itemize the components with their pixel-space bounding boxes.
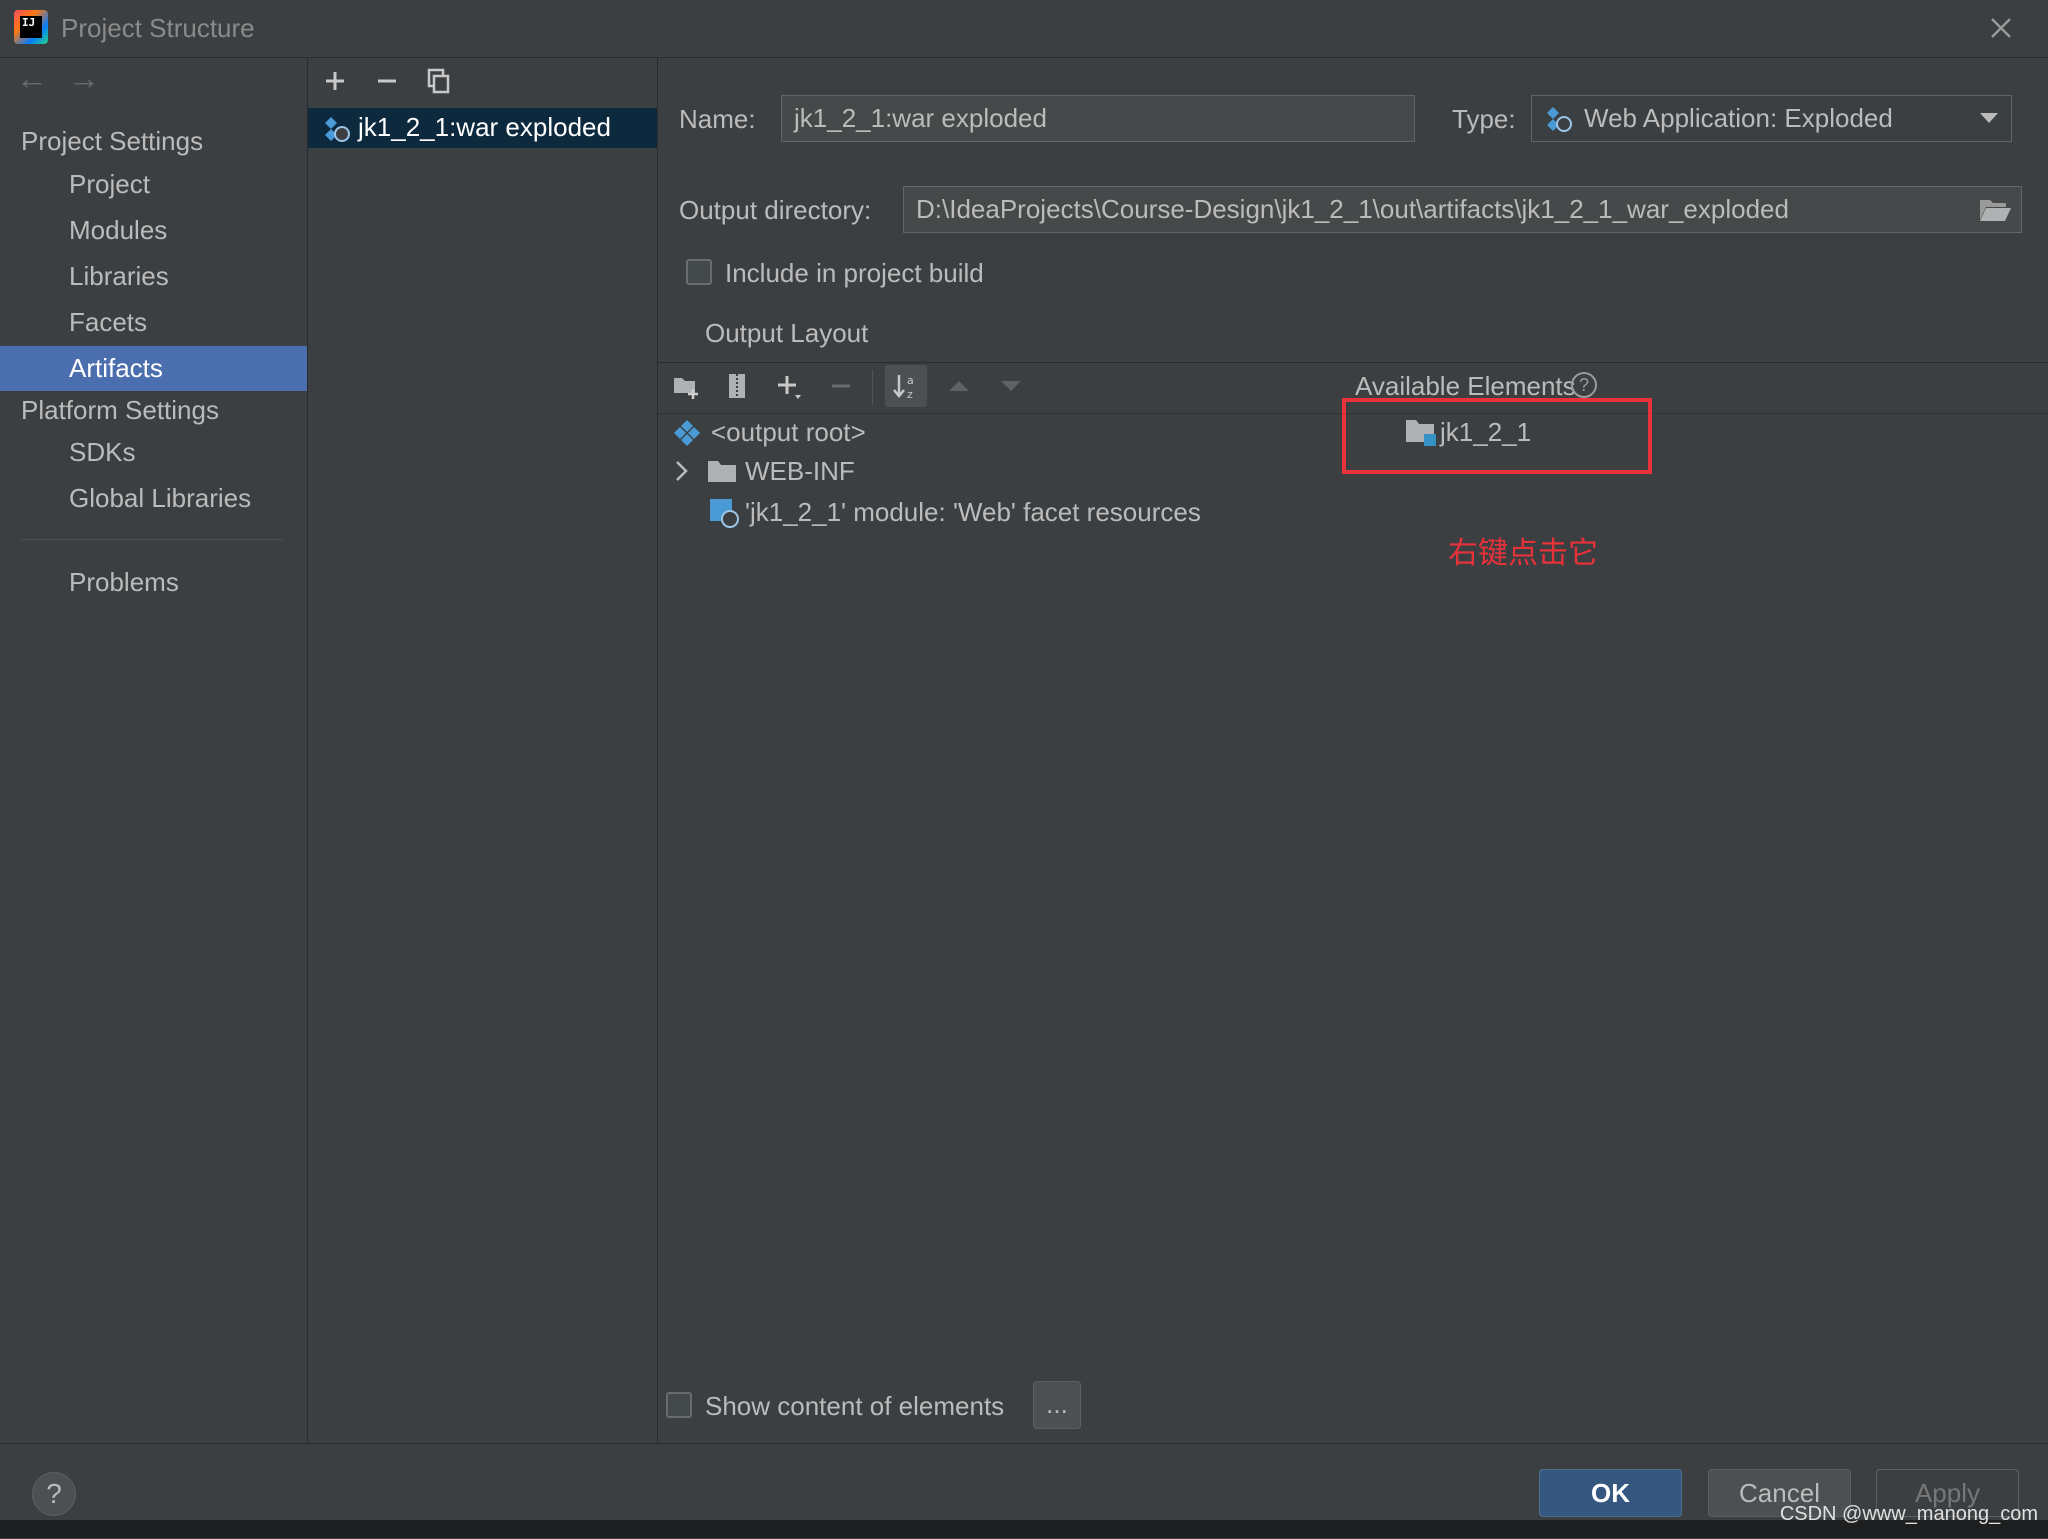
show-content-label: Show content of elements: [705, 1391, 1005, 1421]
remove-element-icon[interactable]: [826, 371, 856, 401]
include-in-build-label: Include in project build: [725, 258, 984, 288]
output-directory-label: Output directory:: [679, 195, 872, 225]
help-circle-icon[interactable]: ?: [1571, 372, 1597, 398]
tab-output-layout[interactable]: Output Layout: [705, 318, 868, 349]
chevron-down-icon[interactable]: [1978, 110, 2000, 126]
taskbar-strip: [0, 1520, 2048, 1538]
sidebar-item-modules[interactable]: Modules: [0, 208, 307, 253]
sidebar-item-project[interactable]: Project: [0, 162, 307, 207]
include-in-build-checkbox[interactable]: [686, 259, 712, 285]
sidebar-item-artifacts[interactable]: Artifacts: [0, 346, 307, 391]
sidebar-item-sdks[interactable]: SDKs: [0, 430, 307, 475]
sidebar-item-facets[interactable]: Facets: [0, 300, 307, 345]
close-icon[interactable]: [1983, 10, 2019, 46]
back-arrow-icon[interactable]: ←: [16, 60, 48, 97]
forward-arrow-icon[interactable]: →: [68, 60, 100, 97]
sidebar-separator: [21, 539, 283, 540]
artifact-list-pane: [308, 58, 658, 1443]
sidebar-item-global-libraries[interactable]: Global Libraries: [0, 476, 307, 521]
tree-item-output-root[interactable]: <output root>: [711, 417, 866, 448]
chevron-right-icon[interactable]: [672, 458, 692, 484]
highlight-box: [1342, 398, 1652, 474]
archive-icon[interactable]: [722, 371, 752, 401]
help-button[interactable]: ?: [32, 1472, 76, 1516]
output-directory-input[interactable]: D:\IdeaProjects\Course-Design\jk1_2_1\ou…: [903, 186, 2022, 233]
watermark: CSDN @www_manong_com: [1779, 1503, 2038, 1525]
remove-icon[interactable]: [372, 66, 402, 96]
sidebar-item-libraries[interactable]: Libraries: [0, 254, 307, 299]
add-element-icon[interactable]: [774, 371, 804, 401]
web-facet-icon: [710, 499, 739, 528]
move-up-icon[interactable]: [944, 371, 974, 401]
sort-alphabetically-icon: a z: [893, 374, 914, 401]
name-input[interactable]: jk1_2_1:war exploded: [781, 95, 1415, 142]
project-settings-header: Project Settings: [21, 126, 204, 156]
type-label: Type:: [1452, 104, 1516, 134]
copy-icon[interactable]: [424, 66, 454, 96]
window-title: Project Structure: [61, 13, 255, 43]
intellij-logo-icon: IJ: [14, 10, 48, 44]
add-icon[interactable]: [320, 66, 350, 96]
tree-item-facet-resources[interactable]: 'jk1_2_1' module: 'Web' facet resources: [745, 497, 1201, 528]
svg-text:a: a: [907, 374, 914, 387]
sidebar-item-problems[interactable]: Problems: [0, 560, 307, 605]
web-application-icon: [1547, 107, 1572, 132]
more-options-button[interactable]: ...: [1033, 1381, 1081, 1429]
title-bar: [0, 0, 2048, 58]
folder-icon: [708, 461, 736, 482]
folder-open-icon[interactable]: [1978, 196, 2012, 224]
move-down-icon[interactable]: [996, 371, 1026, 401]
name-label: Name:: [679, 104, 756, 134]
output-root-icon: [674, 420, 700, 446]
annotation-text: 右键点击它: [1448, 536, 1598, 571]
web-artifact-icon: [325, 117, 350, 142]
toolbar-divider: [872, 370, 873, 404]
artifact-item-label: jk1_2_1:war exploded: [358, 112, 611, 142]
new-folder-icon[interactable]: [671, 371, 701, 401]
svg-text:z: z: [907, 388, 913, 401]
tree-item-web-inf[interactable]: WEB-INF: [745, 456, 855, 487]
type-select[interactable]: Web Application: Exploded: [1531, 95, 2012, 142]
ok-button[interactable]: OK: [1539, 1469, 1682, 1517]
platform-settings-header: Platform Settings: [21, 395, 219, 425]
show-content-checkbox[interactable]: [666, 1392, 692, 1418]
